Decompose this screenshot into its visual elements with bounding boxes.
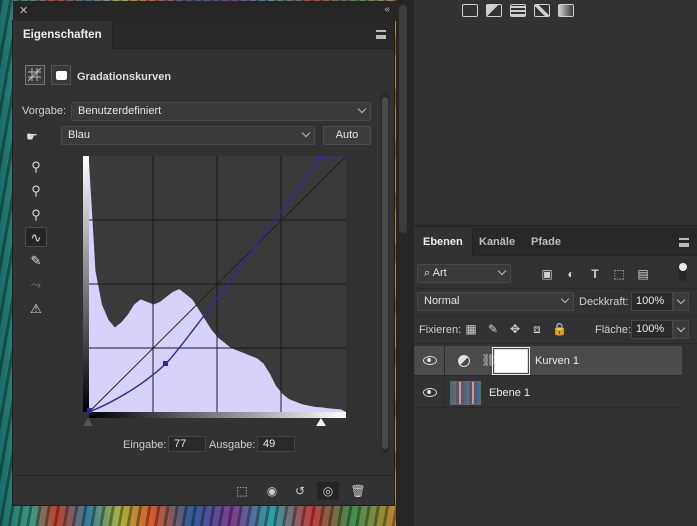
white-point-slider[interactable] (316, 418, 326, 426)
divider (414, 343, 697, 344)
channel-dropdown[interactable]: Blau (61, 126, 315, 145)
tab-eigenschaften[interactable]: Eigenschaften (13, 21, 113, 49)
lock-artboard-icon[interactable]: ⧈ (530, 322, 544, 336)
top-right-panel (414, 0, 697, 226)
layers-panel: Ebenen Kanäle Pfade ⌕ Art ▣ ◐ T ⬚ ▤ Norm… (414, 228, 697, 526)
layer-row-kurven[interactable]: ⛓ Kurven 1 (414, 346, 682, 376)
collapse-icon[interactable]: « (384, 4, 390, 15)
filter-adjustment-icon[interactable]: ◐ (563, 267, 579, 281)
layer-name[interactable]: Ebene 1 (489, 387, 530, 399)
visibility-icon[interactable]: ◎ (317, 482, 339, 500)
panel-title-bar: ✕ « (13, 1, 396, 21)
tab-kanaele[interactable]: Kanäle (470, 228, 524, 256)
filter-toggle[interactable] (679, 263, 687, 281)
layer-mask-icon[interactable] (51, 65, 71, 85)
tool-icon-1[interactable] (462, 4, 478, 17)
vorgabe-label: Vorgabe: (22, 105, 67, 117)
clip-to-layer-icon[interactable]: ⬚ (231, 482, 253, 500)
curve-point-white (318, 156, 323, 160)
vorgabe-dropdown[interactable]: Benutzerdefiniert (71, 102, 371, 121)
channel-value: Blau (68, 129, 91, 141)
scrollbar-thumb[interactable] (382, 97, 388, 449)
view-previous-icon[interactable]: ◉ (261, 482, 283, 500)
eyedropper-black-icon[interactable]: ⚲ (25, 157, 47, 177)
smooth-curve-icon[interactable]: ⤳ (25, 275, 47, 295)
adjustment-layer-icon (458, 355, 470, 367)
layer-name[interactable]: Kurven 1 (535, 355, 579, 367)
layer-row-ebene[interactable]: Ebene 1 (414, 378, 682, 408)
fixieren-label: Fixieren: (419, 324, 462, 336)
filter-shape-icon[interactable]: ⬚ (611, 267, 627, 281)
mask-thumbnail[interactable] (494, 349, 528, 373)
gutter-scrollbar[interactable] (399, 5, 407, 233)
lock-position-icon[interactable]: ✥ (508, 322, 522, 336)
input-slider[interactable] (83, 418, 346, 430)
chevron-down-icon (560, 294, 570, 304)
chevron-down-icon (676, 323, 686, 333)
tab-pfade[interactable]: Pfade (522, 228, 570, 256)
lock-image-icon[interactable]: ✎ (486, 322, 500, 336)
deckkraft-label: Deckkraft: (579, 296, 629, 308)
on-image-adjust-hand-icon[interactable]: ☛ (26, 129, 38, 145)
filter-type-icon[interactable]: T (587, 267, 603, 281)
curves-graph[interactable] (83, 156, 346, 418)
chevron-down-icon (301, 128, 311, 138)
gradient-map-icon[interactable] (558, 4, 574, 17)
curve-point-selected (163, 361, 168, 366)
properties-footer: ⬚ ◉ ↺ ◎ 🗑 (13, 475, 394, 505)
chevron-down-icon (676, 295, 686, 305)
vorgabe-value: Benutzerdefiniert (78, 105, 162, 117)
flaeche-label: Fläche: (595, 324, 632, 336)
chevron-down-icon (357, 104, 367, 114)
blend-mode-value: Normal (424, 295, 460, 307)
curve-point-black (87, 408, 92, 413)
panel-menu-icon[interactable] (679, 238, 689, 247)
black-point-slider[interactable] (83, 418, 93, 426)
tab-ebenen[interactable]: Ebenen (414, 228, 473, 256)
curves-adjustment-icon (25, 65, 45, 85)
panel-title: Gradationskurven (77, 71, 172, 83)
close-icon[interactable]: ✕ (19, 4, 28, 17)
flaeche-input[interactable]: 100% (631, 320, 673, 339)
eye-icon[interactable] (423, 388, 437, 397)
eingabe-input[interactable]: 77 (168, 436, 206, 452)
lock-all-icon[interactable]: 🔒 (552, 322, 567, 336)
divider (444, 346, 445, 376)
ausgabe-label: Ausgabe: (209, 439, 256, 451)
divider (444, 378, 445, 408)
reset-icon[interactable]: ↺ (289, 482, 311, 500)
trash-icon[interactable]: 🗑 (347, 482, 369, 500)
eyedropper-gray-icon[interactable]: ⚲ (25, 181, 47, 201)
filter-smart-object-icon[interactable]: ▤ (635, 267, 651, 281)
eyedropper-white-icon[interactable]: ⚲ (25, 205, 47, 225)
deckkraft-dropdown[interactable] (673, 292, 689, 311)
clipping-warning-icon[interactable]: ⚠ (25, 299, 47, 319)
layers-tab-bar: Ebenen Kanäle Pfade (414, 228, 697, 256)
filter-pixel-icon[interactable]: ▣ (539, 267, 555, 281)
divider (414, 288, 697, 289)
blend-mode-dropdown[interactable]: Normal (417, 292, 574, 311)
tool-icon-2[interactable] (486, 4, 502, 17)
layer-thumbnail[interactable] (450, 381, 481, 405)
eingabe-label: Eingabe: (123, 439, 167, 451)
properties-panel: ✕ « Eigenschaften Gradationskurven Vorga… (12, 1, 396, 506)
curve-points-icon[interactable]: ∿ (25, 227, 47, 247)
properties-tab-bar: Eigenschaften (13, 21, 394, 49)
flaeche-dropdown[interactable] (673, 320, 689, 339)
pencil-icon[interactable]: ✎ (25, 251, 47, 271)
ausgabe-input[interactable]: 49 (257, 436, 295, 452)
deckkraft-input[interactable]: 100% (631, 292, 673, 311)
tool-icon-4[interactable] (534, 4, 550, 17)
tool-icon-3[interactable] (510, 4, 526, 17)
lock-transparent-icon[interactable]: ▦ (464, 322, 478, 336)
eye-icon[interactable] (423, 356, 437, 365)
layer-filter-dropdown[interactable]: ⌕ Art (417, 264, 511, 283)
auto-button[interactable]: Auto (323, 126, 371, 145)
search-icon: ⌕ (424, 267, 433, 279)
divider (414, 316, 697, 317)
panel-menu-icon[interactable] (376, 30, 386, 39)
chevron-down-icon (497, 266, 507, 276)
filter-value: Art (432, 267, 447, 279)
